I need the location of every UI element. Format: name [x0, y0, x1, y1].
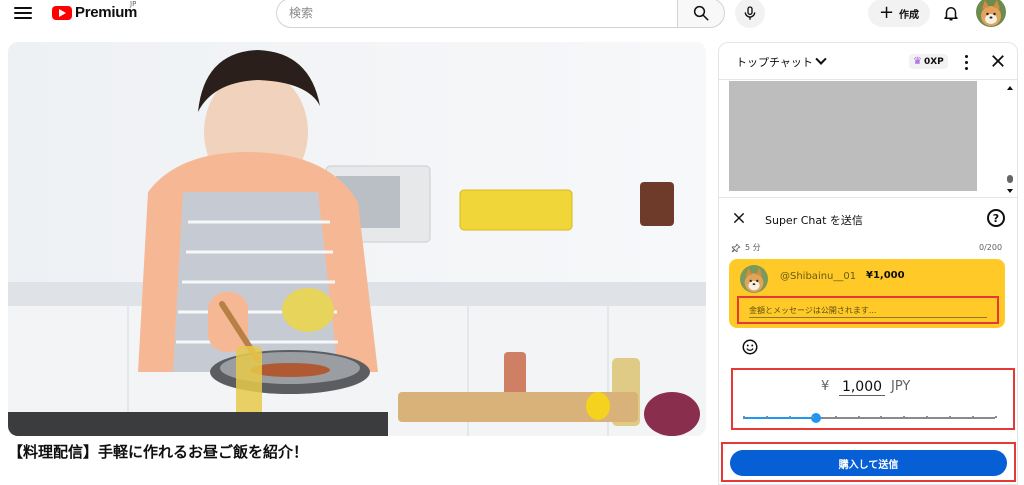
shiba-avatar-icon: [740, 265, 768, 293]
pin-icon: [731, 242, 741, 252]
currency-code: JPY: [891, 379, 911, 394]
slider-tick: [765, 416, 768, 418]
logo-region: JP: [130, 0, 137, 8]
mic-icon: [744, 6, 756, 20]
buy-highlight-box: 購入して送信: [721, 442, 1016, 482]
superchat-username: @Shibainu__01: [780, 271, 857, 282]
logo-text: Premium: [75, 4, 138, 21]
superchat-amount-label: ¥1,000: [866, 270, 905, 281]
video-frame-image: [8, 42, 706, 436]
notifications-button[interactable]: [940, 2, 962, 24]
message-highlight-box: [737, 296, 999, 324]
slider-tick: [880, 416, 883, 418]
slider-fill: [743, 417, 817, 419]
top-bar: Premium JP + 作成: [0, 0, 1024, 28]
account-avatar[interactable]: [976, 0, 1006, 27]
pin-duration: 5 分: [731, 242, 761, 253]
live-chat-panel: トップチャット ♛ 0XP Super Chat を送信 ? 5 分 0/200: [718, 42, 1018, 485]
bell-icon: [944, 7, 958, 21]
slider-tick: [903, 416, 906, 418]
avatar: [740, 265, 768, 293]
scroll-down-arrow-icon[interactable]: [1007, 189, 1013, 193]
help-icon[interactable]: ?: [987, 209, 1005, 227]
plus-icon: +: [878, 2, 895, 23]
xp-badge[interactable]: ♛ 0XP: [909, 54, 948, 69]
buy-and-send-button[interactable]: 購入して送信: [730, 450, 1007, 476]
amount-slider[interactable]: [743, 412, 997, 424]
emoji-icon[interactable]: [741, 338, 759, 356]
scroll-up-arrow-icon[interactable]: [1007, 86, 1013, 90]
search-button[interactable]: [677, 0, 725, 28]
char-count: 0/200: [979, 243, 1003, 252]
slider-tick: [788, 416, 791, 418]
slider-tick: [949, 416, 952, 418]
voice-search-button[interactable]: [735, 0, 765, 28]
close-icon[interactable]: [989, 52, 1007, 70]
slider-tick: [972, 416, 975, 418]
chat-mode-dropdown[interactable]: トップチャット: [736, 53, 827, 70]
amount-highlight-box: ¥ JPY: [731, 368, 1015, 430]
menu-icon[interactable]: [14, 5, 32, 21]
slider-tick: [926, 416, 929, 418]
slider-tick: [857, 416, 860, 418]
currency-symbol: ¥: [821, 379, 830, 394]
video-player[interactable]: [8, 42, 706, 436]
close-superchat-icon[interactable]: [732, 211, 746, 225]
scroll-thumb[interactable]: [1007, 175, 1013, 183]
superchat-message-input[interactable]: [749, 304, 987, 318]
search-box: [276, 0, 677, 28]
chevron-down-icon: [815, 53, 827, 65]
chat-header: トップチャット ♛ 0XP: [719, 43, 1017, 80]
youtube-logo-icon: [52, 5, 72, 20]
video-title: 【料理配信】手軽に作れるお昼ご飯を紹介！: [8, 443, 309, 461]
create-label: 作成: [899, 9, 920, 21]
create-button[interactable]: + 作成: [868, 0, 930, 27]
crown-icon: ♛: [913, 56, 922, 67]
search-input[interactable]: [289, 6, 677, 20]
slider-tick: [995, 416, 997, 418]
amount-input[interactable]: [839, 378, 885, 396]
chat-mode-label: トップチャット: [736, 56, 813, 69]
chat-messages-area: [729, 81, 977, 191]
pin-duration-label: 5 分: [745, 243, 761, 252]
slider-thumb[interactable]: [811, 413, 822, 423]
slider-tick: [811, 416, 814, 418]
chat-scrollbar[interactable]: [1005, 81, 1015, 197]
youtube-premium-logo[interactable]: Premium JP: [52, 0, 138, 21]
superchat-title: Super Chat を送信: [765, 214, 863, 227]
slider-tick: [743, 416, 745, 418]
search-icon: [693, 5, 709, 21]
xp-label: 0XP: [923, 56, 944, 67]
shiba-avatar-icon: [976, 0, 1006, 27]
slider-tick: [834, 416, 837, 418]
divider: [719, 197, 1017, 198]
more-options-icon[interactable]: [960, 53, 972, 71]
superchat-preview-card: @Shibainu__01 ¥1,000: [729, 259, 1005, 328]
